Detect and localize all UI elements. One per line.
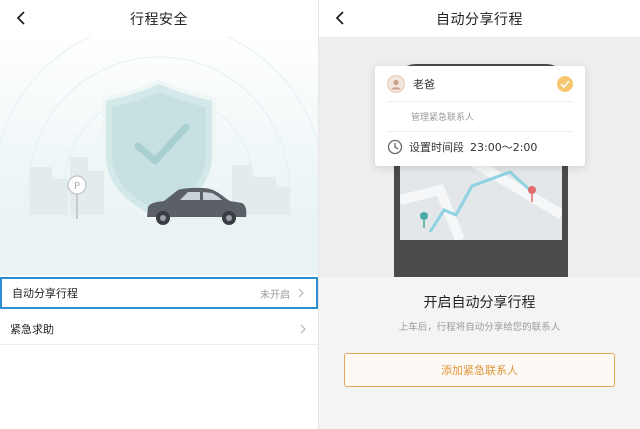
nav-bar: 行程安全	[0, 0, 318, 37]
time-range-value: 23:00～2:00	[470, 141, 538, 154]
add-emergency-contact-button[interactable]: 添加紧急联系人	[344, 353, 615, 387]
map-pin-icon	[420, 212, 428, 228]
contact-name: 老爸	[413, 78, 435, 91]
avatar-icon	[387, 75, 405, 93]
auto-share-trip-screen: 自动分享行程 老爸 管理紧急联系人 设置时间段 23:00～2:00 开启自动分…	[319, 0, 640, 429]
row-label: 紧急求助	[10, 322, 54, 336]
back-arrow-icon	[335, 11, 344, 25]
section-heading: 开启自动分享行程	[423, 295, 536, 311]
share-settings-card: 老爸 管理紧急联系人 设置时间段 23:00～2:00	[375, 66, 585, 166]
chevron-right-icon	[300, 323, 308, 335]
map-preview	[400, 160, 562, 240]
chevron-right-icon	[298, 287, 306, 299]
status-text: 未开启	[260, 289, 290, 301]
trip-safety-screen: 行程安全 P 自动分享行程 未开启 紧急求助	[0, 0, 318, 429]
clock-icon	[387, 139, 403, 155]
card-divider	[387, 131, 573, 132]
row-label: 自动分享行程	[12, 287, 78, 300]
page-title: 行程安全	[130, 11, 188, 28]
page-title: 自动分享行程	[436, 11, 523, 28]
nav-bar: 自动分享行程	[319, 0, 640, 37]
time-period-label: 设置时间段	[409, 141, 464, 154]
card-divider	[387, 101, 573, 102]
back-arrow-icon	[16, 11, 25, 25]
section-description: 上车后，行程将自动分享给您的联系人	[398, 322, 561, 333]
back-button[interactable]	[329, 6, 351, 30]
svg-text:P: P	[74, 181, 80, 192]
emergency-help-row[interactable]: 紧急求助	[0, 313, 318, 345]
auto-share-trip-row[interactable]: 自动分享行程 未开启	[0, 277, 318, 309]
button-label: 添加紧急联系人	[441, 364, 518, 377]
safety-illustration: P	[0, 37, 318, 275]
back-button[interactable]	[10, 6, 32, 30]
checkmark-icon	[557, 76, 573, 92]
manage-contacts-text: 管理紧急联系人	[411, 113, 475, 123]
